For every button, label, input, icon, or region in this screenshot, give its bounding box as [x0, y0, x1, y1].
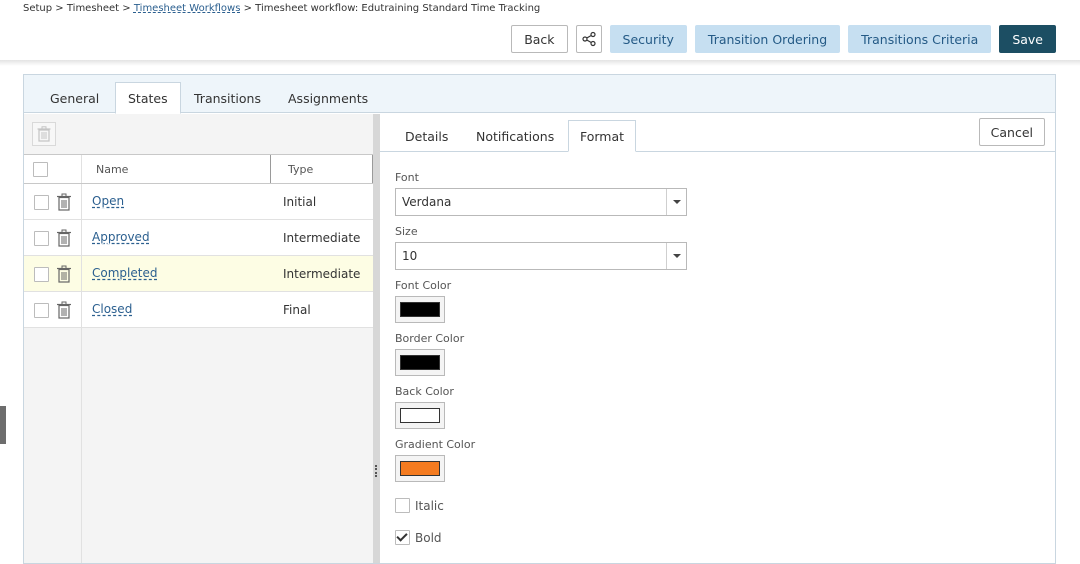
state-type: Intermediate: [283, 267, 361, 281]
gradient-color-label: Gradient Color: [395, 438, 476, 451]
table-row[interactable]: Approved Intermediate: [24, 220, 373, 256]
italic-checkbox[interactable]: [395, 498, 410, 513]
save-button[interactable]: Save: [999, 25, 1056, 53]
column-divider: [81, 292, 82, 328]
state-type: Intermediate: [283, 231, 361, 245]
share-button[interactable]: [575, 25, 602, 53]
states-grid-pane: Name Type Open Initial Approved Intermed…: [24, 114, 373, 563]
border-color-swatch: [400, 355, 440, 370]
breadcrumb-timesheet-workflows[interactable]: Timesheet Workflows: [134, 3, 241, 14]
state-name-link[interactable]: Closed: [92, 302, 132, 316]
delete-selected-button: [32, 122, 56, 146]
security-button[interactable]: Security: [609, 25, 687, 53]
border-color-picker[interactable]: [395, 349, 445, 376]
side-panel-handle[interactable]: [0, 406, 6, 444]
breadcrumb-separator: >: [52, 3, 67, 14]
size-select-value: 10: [402, 249, 418, 263]
table-row[interactable]: Completed Intermediate: [24, 256, 373, 292]
back-color-swatch: [400, 408, 440, 423]
trash-icon: [37, 126, 51, 142]
row-checkbox[interactable]: [34, 231, 49, 246]
workflow-editor-card: General States Transitions Assignments N…: [23, 74, 1056, 564]
trash-icon[interactable]: [56, 193, 72, 211]
bold-checkbox[interactable]: [395, 530, 410, 545]
column-header-type[interactable]: Type: [288, 155, 313, 183]
state-name-link[interactable]: Completed: [92, 266, 157, 280]
chevron-down-icon[interactable]: [666, 189, 686, 215]
select-all-checkbox[interactable]: [33, 162, 48, 177]
detail-tabbar: Details Notifications Format Cancel: [380, 114, 1055, 152]
breadcrumb-timesheet[interactable]: Timesheet: [67, 3, 119, 14]
size-select[interactable]: 10: [395, 242, 687, 270]
breadcrumb-separator: >: [240, 3, 256, 14]
trash-icon[interactable]: [56, 265, 72, 283]
back-color-label: Back Color: [395, 385, 454, 398]
font-color-label: Font Color: [395, 279, 452, 292]
tab-states[interactable]: States: [115, 82, 181, 114]
column-header-name[interactable]: Name: [96, 155, 128, 183]
row-checkbox[interactable]: [34, 195, 49, 210]
bold-label: Bold: [415, 530, 442, 545]
font-color-picker[interactable]: [395, 296, 445, 323]
breadcrumb-current: Timesheet workflow: Edutraining Standard…: [255, 3, 541, 14]
breadcrumb-setup[interactable]: Setup: [23, 3, 52, 14]
trash-icon[interactable]: [56, 301, 72, 319]
table-row[interactable]: Closed Final: [24, 292, 373, 328]
state-type: Final: [283, 303, 311, 317]
size-label: Size: [395, 225, 418, 238]
tab-general[interactable]: General: [38, 82, 111, 114]
font-select-value: Verdana: [402, 195, 452, 209]
column-resize-handle[interactable]: [270, 155, 271, 183]
transitions-criteria-button[interactable]: Transitions Criteria: [848, 25, 992, 53]
grid-header: Name Type: [24, 154, 373, 184]
tab-assignments[interactable]: Assignments: [276, 82, 380, 114]
grid-toolbar: [24, 114, 373, 154]
table-row[interactable]: Open Initial: [24, 184, 373, 220]
chevron-down-icon[interactable]: [666, 243, 686, 269]
header-toolbar: Back Security Transition Ordering Transi…: [511, 25, 1056, 53]
row-checkbox[interactable]: [34, 267, 49, 282]
splitter-grip-icon[interactable]: [375, 465, 377, 477]
breadcrumb: Setup > Timesheet > Timesheet Workflows …: [23, 3, 540, 14]
trash-icon[interactable]: [56, 229, 72, 247]
font-select[interactable]: Verdana: [395, 188, 687, 216]
state-type: Initial: [283, 195, 317, 209]
tab-notifications[interactable]: Notifications: [465, 120, 565, 152]
italic-option[interactable]: Italic: [395, 498, 444, 513]
tab-details[interactable]: Details: [394, 120, 459, 152]
column-divider: [81, 184, 82, 220]
gradient-color-picker[interactable]: [395, 455, 445, 482]
breadcrumb-separator: >: [119, 3, 134, 14]
font-color-swatch: [400, 302, 440, 317]
font-label: Font: [395, 171, 419, 184]
share-icon: [581, 31, 596, 47]
gradient-color-swatch: [400, 461, 440, 476]
row-checkbox[interactable]: [34, 303, 49, 318]
column-divider: [81, 155, 82, 183]
state-name-link[interactable]: Approved: [92, 230, 150, 244]
state-detail-pane: Details Notifications Format Cancel Font…: [380, 114, 1055, 563]
back-color-picker[interactable]: [395, 402, 445, 429]
tab-transitions[interactable]: Transitions: [182, 82, 273, 114]
back-button[interactable]: Back: [511, 25, 568, 53]
column-divider: [81, 220, 82, 256]
column-divider: [81, 256, 82, 292]
tab-format[interactable]: Format: [568, 120, 637, 152]
cancel-button[interactable]: Cancel: [978, 118, 1045, 146]
main-tabbar: General States Transitions Assignments: [24, 75, 1055, 114]
column-divider: [81, 328, 82, 563]
border-color-label: Border Color: [395, 332, 465, 345]
transition-ordering-button[interactable]: Transition Ordering: [694, 25, 841, 53]
bold-option[interactable]: Bold: [395, 530, 442, 545]
header-divider: [0, 60, 1080, 66]
state-name-link[interactable]: Open: [92, 194, 124, 208]
pane-splitter[interactable]: [373, 114, 380, 563]
italic-label: Italic: [415, 498, 444, 513]
